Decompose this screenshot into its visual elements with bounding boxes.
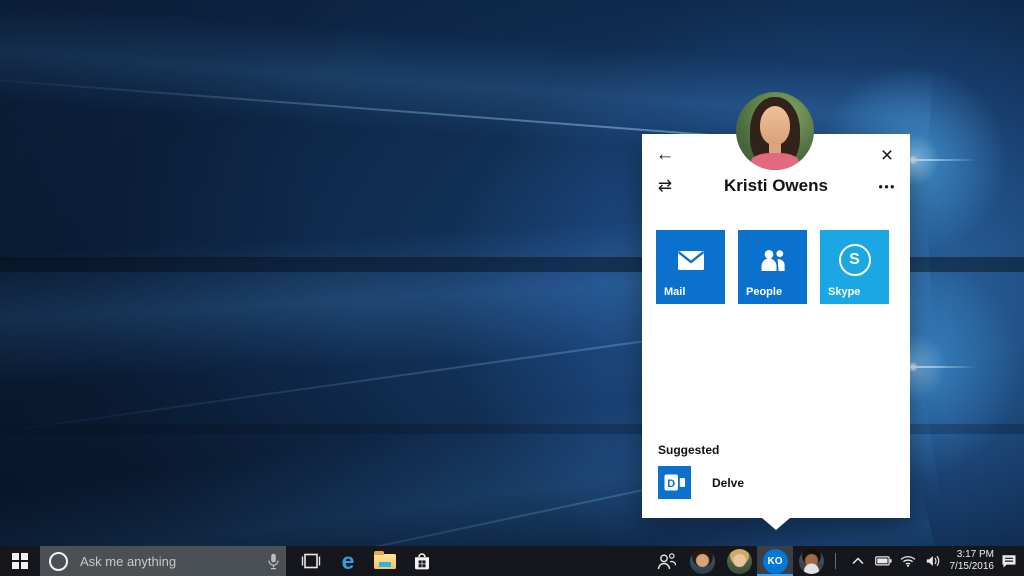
pinned-contact-3[interactable] [793, 546, 829, 576]
people-outline-icon [655, 552, 677, 571]
clock-date: 7/15/2016 [950, 561, 995, 574]
desktop-screen: ← × ⇄ ●●● Kristi Owens Mail [0, 0, 1024, 576]
edge-browser-button[interactable]: e [331, 546, 365, 576]
action-center-button[interactable] [996, 546, 1022, 576]
taskbar-separator [835, 553, 836, 569]
tile-label: People [746, 286, 782, 298]
battery-icon [875, 556, 892, 566]
wifi-icon [900, 555, 916, 567]
contact-name: Kristi Owens [642, 176, 910, 196]
tile-skype[interactable]: S Skype [820, 230, 889, 304]
speaker-icon [926, 555, 940, 567]
cortana-search-box[interactable] [40, 546, 286, 576]
pinned-contact-2[interactable] [721, 546, 757, 576]
search-input[interactable] [78, 553, 260, 570]
clock-time: 3:17 PM [957, 549, 994, 562]
suggested-app-label: Delve [712, 476, 744, 490]
edge-icon: e [342, 550, 355, 573]
skype-s-glyph: S [849, 251, 860, 269]
tile-mail[interactable]: Mail [656, 230, 725, 304]
back-icon[interactable]: ← [650, 140, 680, 170]
close-icon[interactable]: × [872, 140, 902, 170]
contact-avatar-2 [727, 549, 752, 574]
suggested-heading: Suggested [658, 443, 719, 457]
task-view-icon [301, 553, 321, 569]
microphone-icon[interactable] [260, 546, 286, 576]
file-explorer-button[interactable] [368, 546, 402, 576]
store-bag-icon [412, 551, 432, 571]
folder-icon [374, 554, 396, 569]
store-button[interactable] [405, 546, 439, 576]
avatar-shirt [751, 153, 799, 170]
svg-text:D: D [667, 478, 675, 490]
people-icon [738, 240, 807, 280]
mail-envelope-icon [656, 240, 725, 280]
windows-logo-icon [12, 553, 28, 569]
avatar-face [760, 106, 790, 145]
start-button[interactable] [0, 546, 40, 576]
tile-label: Skype [828, 286, 860, 298]
contact-avatar [736, 92, 814, 170]
suggested-app-delve[interactable]: D Delve [658, 466, 744, 499]
contact-app-tiles: Mail People S Skype [656, 230, 889, 304]
people-band-button[interactable] [649, 546, 683, 576]
contact-initials-avatar: KO [763, 549, 788, 574]
taskbar-clock[interactable]: 3:17 PM 7/15/2016 [944, 546, 994, 576]
skype-icon: S [820, 240, 889, 280]
tile-people[interactable]: People [738, 230, 807, 304]
pinned-contact-1[interactable] [684, 546, 720, 576]
action-center-icon [1001, 554, 1017, 569]
pinned-contact-kristi-owens-active[interactable]: KO [757, 546, 793, 576]
battery-status[interactable] [871, 546, 895, 576]
cortana-icon [49, 552, 68, 571]
tray-overflow-chevron[interactable] [847, 546, 869, 576]
contact-avatar-1 [690, 549, 715, 574]
tile-label: Mail [664, 286, 685, 298]
task-view-button[interactable] [294, 546, 328, 576]
delve-icon: D [658, 466, 691, 499]
contact-avatar-3 [799, 549, 824, 574]
taskbar: e [0, 546, 1024, 576]
chevron-up-icon [852, 557, 864, 565]
people-contact-flyout: ← × ⇄ ●●● Kristi Owens Mail [642, 134, 910, 518]
volume-status[interactable] [921, 546, 945, 576]
network-status[interactable] [896, 546, 920, 576]
flyout-callout-pointer [762, 518, 790, 530]
